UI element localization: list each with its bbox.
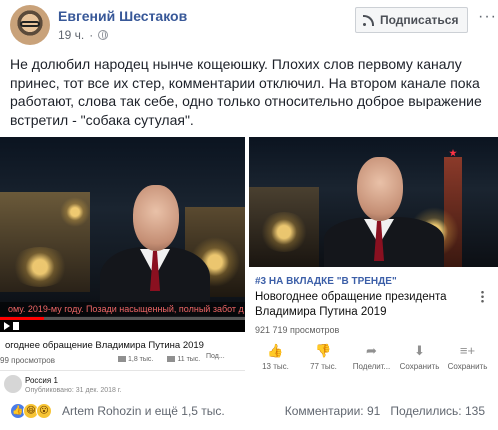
shares-count[interactable]: Поделились: 135 (390, 404, 485, 418)
action-download[interactable]: ⬇ Сохранить (397, 343, 442, 372)
subscribe-label: Подписаться (380, 13, 459, 27)
wow-reaction-icon: 😮 (36, 403, 52, 419)
thumb-down-icon: 👎 (315, 343, 332, 358)
action-dislike[interactable]: 👎 77 тыс. (301, 343, 346, 372)
action-like[interactable]: 👍 13 тыс. (253, 343, 298, 372)
playlist-add-icon: ≡+ (459, 343, 476, 358)
comments-count[interactable]: Комментарии: 91 (285, 404, 381, 418)
channel-name[interactable]: Россия 1 (25, 376, 58, 385)
view-count: 99 просмотров (0, 356, 55, 365)
download-icon: ⬇ (414, 343, 425, 358)
reactions-summary[interactable]: Artem Rohozin и ещё 1,5 тыс. (62, 404, 225, 418)
post-header: Евгений Шестаков 19 ч. · Подписаться ··· (0, 0, 498, 50)
globe-icon (98, 30, 109, 40)
next-icon[interactable] (13, 322, 19, 330)
attached-image-right[interactable]: #3 НА ВКЛАДКЕ "В ТРЕНДЕ" Новогоднее обра… (249, 137, 498, 394)
more-vert-icon[interactable] (481, 290, 484, 303)
reaction-icons[interactable]: 👍 😆 😮 (10, 403, 52, 419)
like-dislike-bar: 1,8 тыс. 11 тыс. (118, 356, 200, 363)
dislike-count[interactable]: 11 тыс. (167, 356, 200, 363)
thumb-down-icon (167, 356, 176, 363)
view-count: 921 719 просмотров (255, 325, 340, 335)
like-count[interactable]: 1,8 тыс. (118, 356, 153, 363)
author-avatar[interactable] (10, 5, 50, 45)
rss-icon (363, 14, 375, 26)
video-title[interactable]: Новогоднее обращение президента Владимир… (255, 290, 475, 320)
news-ticker: ому. 2019-му году. Позади насыщенный, по… (0, 302, 245, 316)
more-options-icon[interactable]: ··· (478, 8, 497, 26)
divider (0, 370, 245, 371)
video-frame (249, 137, 498, 267)
thumb-up-icon (118, 356, 126, 363)
action-share[interactable]: ➦ Поделит... (349, 343, 394, 372)
post-text: Не долюбил народец нынче кощеюшку. Плохи… (10, 56, 482, 128)
post-footer: 👍 😆 😮 Artem Rohozin и ещё 1,5 тыс. Комме… (0, 399, 498, 423)
video-frame (0, 137, 245, 317)
share-icon: ➦ (366, 343, 377, 358)
post-time[interactable]: 19 ч. (58, 28, 84, 42)
thumb-up-icon: 👍 (267, 343, 284, 358)
post-stats: Комментарии: 91 Поделились: 135 (285, 404, 485, 418)
action-save[interactable]: ≡+ Сохранить (445, 343, 490, 372)
play-icon[interactable] (4, 322, 10, 330)
video-title[interactable]: огоднее обращение Владимира Путина 2019 (5, 340, 204, 351)
trending-label[interactable]: #3 НА ВКЛАДКЕ "В ТРЕНДЕ" (255, 276, 397, 287)
post-meta: 19 ч. · (58, 28, 109, 42)
publish-date: Опубликовано: 31 дек. 2018 г. (25, 387, 122, 394)
player-controls (0, 320, 245, 332)
author-name[interactable]: Евгений Шестаков (58, 8, 187, 24)
attached-image-left[interactable]: ому. 2019-му году. Позади насыщенный, по… (0, 137, 247, 394)
subscribe-button[interactable]: Подписаться (355, 7, 468, 33)
share-label[interactable]: Под... (206, 353, 225, 360)
channel-avatar[interactable] (4, 375, 22, 393)
